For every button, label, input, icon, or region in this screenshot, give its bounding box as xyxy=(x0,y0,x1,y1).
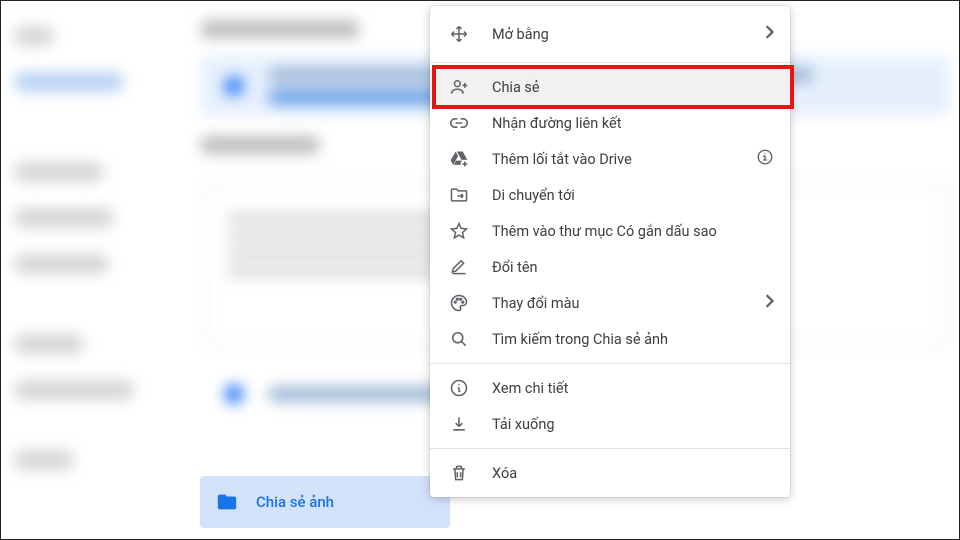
menu-label: Xóa xyxy=(492,465,517,482)
search-icon xyxy=(448,328,470,350)
chevron-right-icon xyxy=(764,294,774,312)
menu-add-star[interactable]: Thêm vào thư mục Có gắn dấu sao xyxy=(430,213,790,249)
menu-change-color[interactable]: Thay đổi màu xyxy=(430,285,790,321)
context-menu: Mở bằng Chia sẻ Nhận đường liên kết Thêm… xyxy=(430,6,790,497)
menu-get-link[interactable]: Nhận đường liên kết xyxy=(430,105,790,141)
trash-icon xyxy=(448,462,470,484)
menu-label: Thay đổi màu xyxy=(492,295,580,312)
menu-remove[interactable]: Xóa xyxy=(430,455,790,491)
menu-rename[interactable]: Đổi tên xyxy=(430,249,790,285)
link-icon xyxy=(448,112,470,134)
menu-add-shortcut[interactable]: Thêm lối tắt vào Drive xyxy=(430,141,790,177)
menu-separator xyxy=(430,62,790,63)
menu-label: Chia sẻ xyxy=(492,79,540,96)
menu-label: Mở bằng xyxy=(492,26,549,43)
folder-icon xyxy=(216,491,238,513)
menu-label: Đổi tên xyxy=(492,259,538,276)
star-icon xyxy=(448,220,470,242)
menu-separator xyxy=(430,448,790,449)
selected-folder-chip[interactable]: Chia sẻ ảnh xyxy=(200,476,450,528)
menu-label: Tìm kiếm trong Chia sẻ ảnh xyxy=(492,331,668,348)
selected-folder-label: Chia sẻ ảnh xyxy=(256,493,334,511)
drive-add-icon xyxy=(448,148,470,170)
palette-icon xyxy=(448,292,470,314)
menu-download[interactable]: Tải xuống xyxy=(430,406,790,442)
menu-open-with[interactable]: Mở bằng xyxy=(430,12,790,56)
menu-label: Xem chi tiết xyxy=(492,380,568,397)
menu-label: Thêm lối tắt vào Drive xyxy=(492,151,632,168)
person-add-icon xyxy=(448,76,470,98)
move-to-icon xyxy=(448,184,470,206)
download-icon xyxy=(448,413,470,435)
info-icon xyxy=(756,148,774,170)
menu-label: Di chuyển tới xyxy=(492,187,575,204)
menu-separator xyxy=(430,363,790,364)
chevron-right-icon xyxy=(764,25,774,43)
open-with-icon xyxy=(448,23,470,45)
menu-label: Tải xuống xyxy=(492,416,554,433)
menu-search-within[interactable]: Tìm kiếm trong Chia sẻ ảnh xyxy=(430,321,790,357)
menu-move-to[interactable]: Di chuyển tới xyxy=(430,177,790,213)
menu-label: Nhận đường liên kết xyxy=(492,115,621,132)
info-icon xyxy=(448,377,470,399)
rename-icon xyxy=(448,256,470,278)
menu-view-details[interactable]: Xem chi tiết xyxy=(430,370,790,406)
menu-share[interactable]: Chia sẻ xyxy=(430,69,790,105)
menu-label: Thêm vào thư mục Có gắn dấu sao xyxy=(492,223,717,240)
